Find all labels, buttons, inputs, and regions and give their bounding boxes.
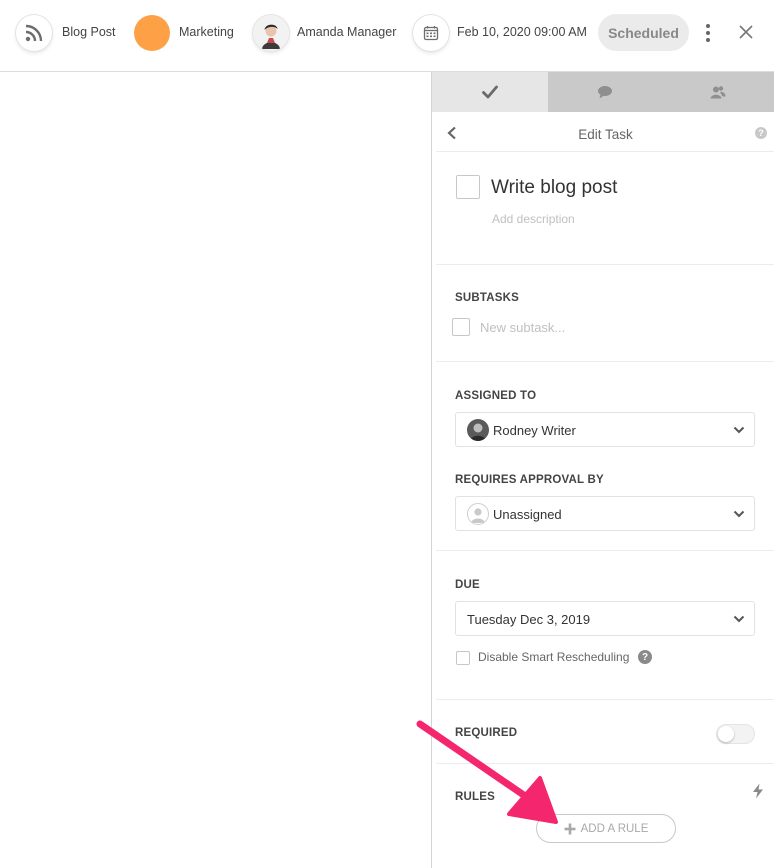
assignment-section: ASSIGNED TO Rodney Writer REQUIRES APPRO…: [436, 362, 774, 551]
approver-dropdown[interactable]: Unassigned: [455, 496, 755, 531]
plus-icon: [564, 823, 576, 834]
tab-collaborators[interactable]: [662, 72, 774, 112]
campaign-color-swatch[interactable]: [134, 15, 170, 51]
add-rule-label: ADD A RULE: [580, 822, 649, 835]
assignee-dropdown[interactable]: Rodney Writer: [455, 412, 755, 447]
subtasks-section: SUBTASKS New subtask...: [436, 265, 774, 362]
task-complete-checkbox[interactable]: [456, 175, 480, 199]
tab-tasks[interactable]: [432, 72, 548, 112]
task-panel: Edit Task ? Write blog post Add descript…: [431, 72, 774, 868]
chevron-down-icon: [733, 510, 745, 518]
add-rule-button[interactable]: ADD A RULE: [536, 814, 676, 843]
panel-tabs: [432, 72, 774, 112]
publish-date-label[interactable]: Feb 10, 2020 09:00 AM: [457, 25, 587, 39]
help-icon[interactable]: ?: [755, 127, 767, 139]
owner-label[interactable]: Amanda Manager: [297, 25, 396, 39]
due-date-dropdown[interactable]: Tuesday Dec 3, 2019: [455, 601, 755, 636]
due-label: DUE: [455, 579, 480, 591]
users-icon: [710, 86, 726, 99]
tab-comments[interactable]: [549, 72, 662, 112]
panel-title: Edit Task: [578, 127, 633, 142]
smart-rescheduling-checkbox[interactable]: [456, 651, 470, 665]
rules-label: RULES: [455, 791, 495, 803]
assigned-to-label: ASSIGNED TO: [455, 390, 537, 402]
subtasks-label: SUBTASKS: [455, 292, 520, 304]
requires-approval-label: REQUIRES APPROVAL BY: [455, 474, 604, 486]
more-options-icon[interactable]: [697, 20, 719, 46]
calendar-icon[interactable]: [413, 15, 449, 51]
approver-value: Unassigned: [493, 507, 562, 522]
due-section: DUE Tuesday Dec 3, 2019 Disable Smart Re…: [436, 551, 774, 700]
chevron-down-icon: [733, 426, 745, 434]
top-bar: Blog Post Marketing Amanda Manager Feb 1…: [0, 0, 774, 72]
help-icon[interactable]: ?: [638, 650, 652, 664]
required-toggle[interactable]: [716, 724, 755, 744]
lightning-icon[interactable]: [752, 783, 764, 799]
new-subtask-input[interactable]: New subtask...: [480, 320, 565, 335]
checkmark-icon: [482, 85, 498, 99]
task-title[interactable]: Write blog post: [491, 177, 617, 199]
close-icon[interactable]: [736, 22, 756, 42]
task-title-section: Write blog post Add description: [436, 152, 774, 265]
required-section: REQUIRED: [436, 700, 774, 764]
edit-task-header: Edit Task ?: [436, 118, 774, 152]
rules-section: RULES ADD A RULE: [436, 764, 774, 868]
content-type-label[interactable]: Blog Post: [62, 25, 116, 39]
user-placeholder-icon: [467, 503, 489, 525]
rss-icon[interactable]: [16, 15, 52, 51]
assignee-value: Rodney Writer: [493, 423, 576, 438]
task-description-field[interactable]: Add description: [492, 212, 575, 226]
campaign-label[interactable]: Marketing: [179, 25, 234, 39]
status-badge[interactable]: Scheduled: [598, 14, 689, 51]
main-canvas: [0, 73, 431, 868]
due-date-value: Tuesday Dec 3, 2019: [467, 612, 591, 627]
smart-rescheduling-label: Disable Smart Rescheduling: [478, 650, 630, 664]
comment-icon: [598, 86, 612, 99]
owner-avatar[interactable]: [253, 15, 289, 51]
assignee-avatar: [467, 419, 489, 441]
required-label: REQUIRED: [455, 727, 518, 739]
chevron-down-icon: [733, 615, 745, 623]
subtask-checkbox[interactable]: [452, 318, 470, 336]
